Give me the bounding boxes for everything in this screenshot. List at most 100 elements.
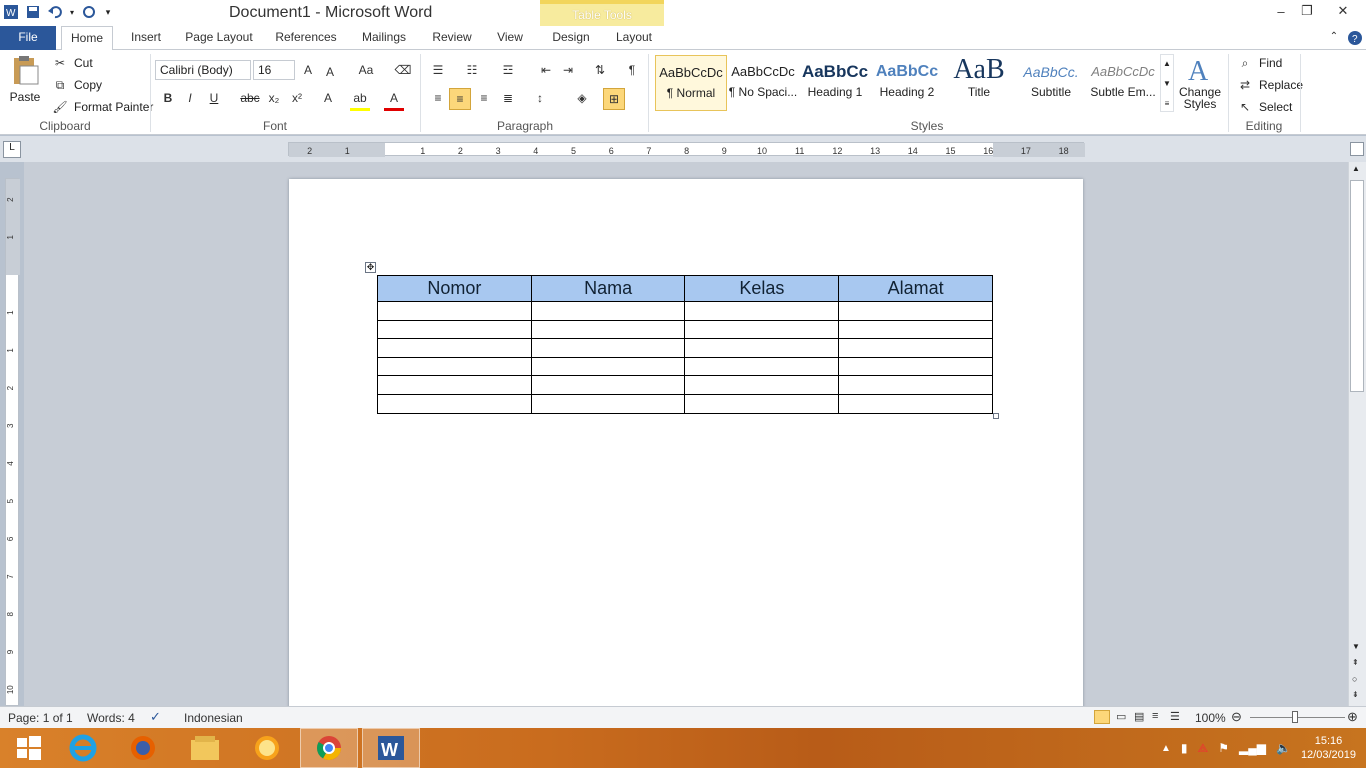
redo-icon[interactable]: [80, 3, 98, 21]
font-name-combo[interactable]: Calibri (Body): [155, 60, 251, 80]
close-button[interactable]: ✕: [1320, 0, 1366, 22]
zoom-out-icon[interactable]: ⊖: [1231, 709, 1242, 725]
table-cell[interactable]: [377, 393, 532, 414]
subscript-button[interactable]: x₂: [264, 88, 284, 108]
find-button[interactable]: ⌕ Find: [1235, 53, 1283, 73]
font-color-button[interactable]: A: [384, 88, 404, 111]
scroll-thumb[interactable]: [1350, 180, 1364, 392]
tab-design[interactable]: Design: [543, 26, 599, 50]
previous-page-icon[interactable]: ⇞: [1352, 658, 1359, 667]
chrome-icon[interactable]: [300, 728, 358, 768]
table-cell[interactable]: [377, 356, 532, 377]
decrease-indent-button[interactable]: ⇤: [536, 60, 556, 80]
table-cell[interactable]: [377, 375, 532, 395]
table-cell[interactable]: [838, 356, 993, 377]
align-right-button[interactable]: ≡: [474, 88, 494, 108]
scroll-down-icon[interactable]: ▼: [1163, 79, 1171, 88]
file-explorer-icon[interactable]: [176, 728, 234, 768]
text-effects-button[interactable]: A: [318, 88, 338, 108]
tab-layout[interactable]: Layout: [607, 26, 661, 50]
font-size-combo[interactable]: 16: [253, 60, 295, 80]
table-move-handle-icon[interactable]: ✥: [365, 262, 376, 273]
undo-dropdown-icon[interactable]: ▾: [68, 3, 76, 21]
style-subtitle[interactable]: AaBbCc. Subtitle: [1015, 55, 1087, 111]
change-case-button[interactable]: Aa: [353, 60, 379, 80]
table-cell[interactable]: [530, 319, 686, 340]
table-cell[interactable]: [530, 393, 686, 414]
word-icon[interactable]: W: [2, 3, 20, 21]
internet-explorer-icon[interactable]: [54, 728, 112, 768]
shading-button[interactable]: ◈: [572, 88, 592, 108]
scroll-up-icon[interactable]: ▲: [1352, 164, 1360, 173]
table-cell[interactable]: [684, 356, 840, 377]
browse-object-icon[interactable]: ○: [1352, 674, 1357, 684]
flag-icon[interactable]: ⚑: [1218, 741, 1229, 755]
table-cell[interactable]: [838, 393, 993, 414]
language[interactable]: Indonesian: [184, 711, 243, 725]
table-cell[interactable]: [684, 319, 840, 340]
borders-button[interactable]: ⊞: [603, 88, 625, 110]
style-heading-1[interactable]: AaBbCc Heading 1: [799, 55, 871, 111]
header-cell-kelas[interactable]: Kelas: [684, 275, 840, 302]
style-subtle-emphasis[interactable]: AaBbCcDc Subtle Em...: [1087, 55, 1159, 111]
style-normal[interactable]: AaBbCcDc ¶ Normal: [655, 55, 727, 111]
table-cell[interactable]: [530, 301, 686, 321]
justify-button[interactable]: ≣: [498, 88, 518, 108]
highlight-button[interactable]: ab: [350, 88, 370, 111]
header-cell-nama[interactable]: Nama: [530, 275, 686, 302]
table-cell[interactable]: [377, 319, 532, 340]
bold-button[interactable]: B: [158, 88, 178, 108]
word-taskbar-icon[interactable]: W: [362, 728, 420, 768]
table-cell[interactable]: [838, 338, 993, 358]
table-cell[interactable]: [684, 375, 840, 395]
select-button[interactable]: ↖ Select: [1235, 97, 1292, 117]
scroll-down-icon[interactable]: ▼: [1352, 642, 1360, 651]
minimize-ribbon-icon[interactable]: ⌃: [1326, 26, 1342, 50]
show-hidden-icons[interactable]: ▲: [1161, 743, 1171, 754]
save-icon[interactable]: [24, 3, 42, 21]
tab-references[interactable]: References: [271, 26, 341, 50]
restore-button[interactable]: ❐: [1294, 0, 1320, 22]
italic-button[interactable]: I: [180, 88, 200, 108]
table-cell[interactable]: [838, 319, 993, 340]
start-button[interactable]: [0, 728, 58, 768]
grow-font-button[interactable]: A: [298, 60, 318, 80]
page-count[interactable]: Page: 1 of 1: [8, 711, 73, 725]
table-cell[interactable]: [838, 375, 993, 395]
cut-button[interactable]: ✂ Cut: [50, 53, 93, 73]
word-count[interactable]: Words: 4: [87, 711, 135, 725]
zoom-level[interactable]: 100%: [1195, 711, 1226, 725]
header-cell-nomor[interactable]: Nomor: [377, 275, 532, 302]
table-cell[interactable]: [530, 338, 686, 358]
print-layout-icon[interactable]: [1094, 710, 1110, 724]
outline-icon[interactable]: ≡: [1152, 710, 1158, 722]
superscript-button[interactable]: x²: [287, 88, 307, 108]
draft-icon[interactable]: ☰: [1170, 710, 1180, 723]
styles-scroll[interactable]: ▲ ▼ ≡: [1160, 54, 1174, 112]
table-resize-handle[interactable]: [993, 413, 999, 419]
more-styles-icon[interactable]: ≡: [1165, 99, 1170, 108]
strikethrough-button[interactable]: abc: [238, 88, 262, 108]
increase-indent-button[interactable]: ⇥: [558, 60, 578, 80]
vertical-ruler[interactable]: 2111234567891011: [5, 178, 20, 732]
tab-selector-icon[interactable]: L: [3, 141, 21, 158]
tab-file[interactable]: File: [0, 26, 56, 50]
view-ruler-icon[interactable]: [1350, 142, 1364, 156]
underline-button[interactable]: U: [204, 88, 224, 108]
table-cell[interactable]: [684, 301, 840, 321]
table-cell[interactable]: [530, 375, 686, 395]
web-layout-icon[interactable]: ▤: [1134, 710, 1144, 723]
document-table[interactable]: Nomor Nama Kelas Alamat: [377, 275, 993, 414]
zoom-slider-thumb[interactable]: [1292, 711, 1298, 723]
center-button[interactable]: ≡: [449, 88, 471, 110]
proofing-icon[interactable]: ✓: [150, 709, 161, 725]
tab-home[interactable]: Home: [61, 26, 113, 51]
table-cell[interactable]: [377, 301, 532, 321]
change-styles-button[interactable]: A Change Styles: [1178, 54, 1222, 110]
paste-button[interactable]: Paste: [8, 54, 42, 104]
align-left-button[interactable]: ≡: [428, 88, 448, 108]
tab-page-layout[interactable]: Page Layout: [182, 26, 256, 50]
volume-icon[interactable]: 🔈: [1276, 741, 1291, 755]
next-page-icon[interactable]: ⇟: [1352, 690, 1359, 699]
help-icon[interactable]: ?: [1346, 26, 1364, 50]
